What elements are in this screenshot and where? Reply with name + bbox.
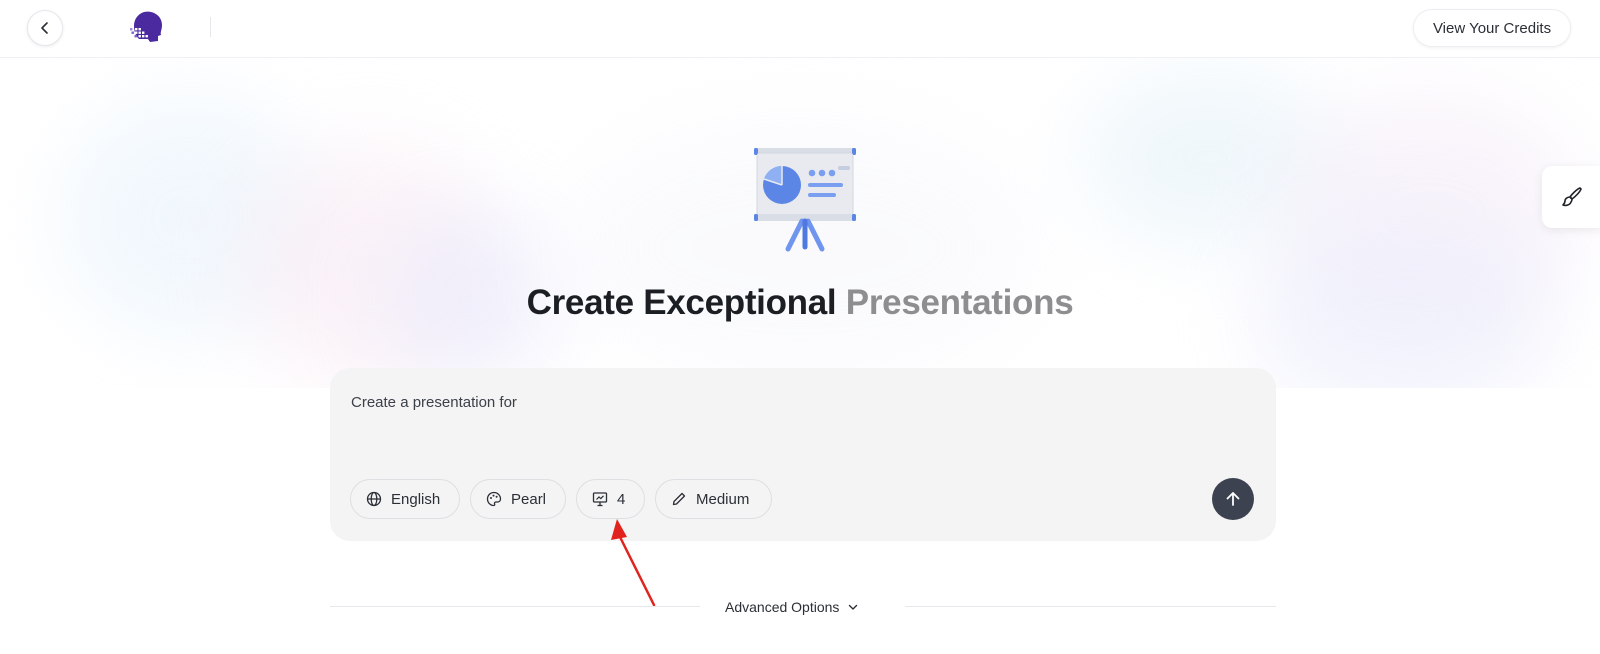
slide-count-selector[interactable]: 4 bbox=[576, 479, 645, 519]
logo[interactable] bbox=[130, 10, 166, 44]
theme-label: Pearl bbox=[511, 490, 547, 508]
language-label: English bbox=[391, 490, 441, 508]
language-selector[interactable]: English bbox=[350, 479, 460, 519]
pencil-icon bbox=[672, 492, 686, 506]
title-primary: Create Exceptional bbox=[526, 283, 837, 322]
theme-selector[interactable]: Pearl bbox=[470, 479, 566, 519]
length-selector[interactable]: Medium bbox=[655, 479, 772, 519]
advanced-options-label: Advanced Options bbox=[725, 599, 840, 615]
presentation-board-icon bbox=[754, 148, 856, 252]
slide-icon bbox=[592, 492, 608, 507]
prompt-card: English Pearl 4 Medium bbox=[330, 368, 1276, 541]
chevron-left-icon bbox=[41, 22, 48, 34]
back-button[interactable] bbox=[27, 10, 63, 46]
palette-icon bbox=[486, 491, 502, 507]
prompt-input[interactable] bbox=[351, 390, 1231, 414]
view-credits-button[interactable]: View Your Credits bbox=[1413, 9, 1571, 47]
chevron-down-icon bbox=[849, 604, 858, 610]
header-divider bbox=[210, 17, 211, 37]
divider-right bbox=[905, 606, 1276, 607]
divider-left bbox=[330, 606, 700, 607]
page-title: Create Exceptional Presentations bbox=[0, 283, 1600, 323]
advanced-options-toggle[interactable]: Advanced Options bbox=[725, 596, 859, 618]
arrow-up-icon bbox=[1226, 492, 1240, 506]
length-label: Medium bbox=[696, 490, 750, 508]
customize-button[interactable] bbox=[1542, 166, 1600, 228]
top-bar: View Your Credits bbox=[0, 0, 1600, 58]
annotation-arrow bbox=[611, 519, 656, 607]
paintbrush-icon bbox=[1562, 187, 1582, 207]
send-button[interactable] bbox=[1212, 478, 1254, 520]
slide-count-label: 4 bbox=[617, 490, 626, 508]
globe-icon bbox=[366, 491, 382, 507]
title-accent: Presentations bbox=[845, 283, 1074, 322]
